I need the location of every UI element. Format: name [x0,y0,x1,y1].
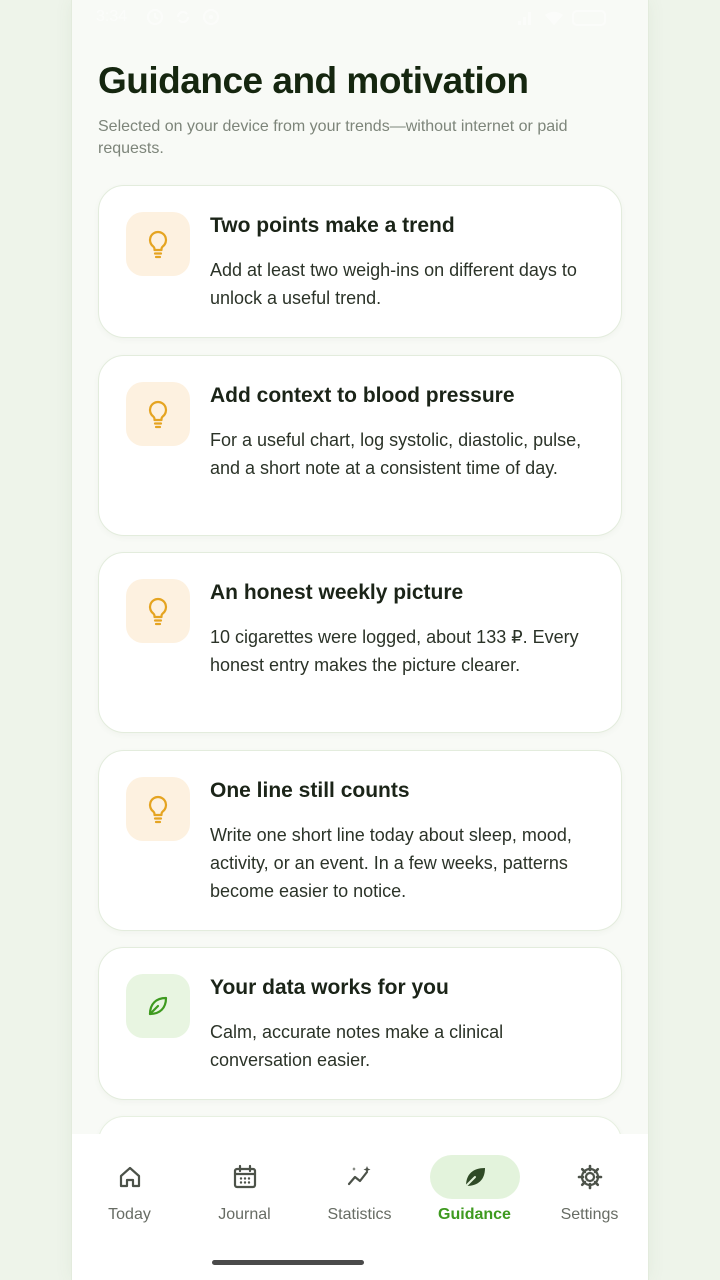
nav-label: Journal [218,1206,271,1223]
guidance-card[interactable]: An honest weekly picture 10 cigarettes w… [98,552,622,733]
status-bar: 3:34 [72,0,648,34]
guidance-card[interactable]: Add context to blood pressure For a usef… [98,355,622,536]
nav-item-journal[interactable]: Journal [187,1154,302,1234]
vpn-icon [202,8,220,26]
lightbulb-icon [148,230,168,259]
lightbulb-icon [148,400,168,429]
card-body: Write one short line today about sleep, … [210,825,572,901]
home-icon [119,1166,141,1188]
nav-item-statistics[interactable]: Statistics [302,1154,417,1234]
signal-icon [516,9,534,27]
card-body: For a useful chart, log systolic, diasto… [210,430,582,478]
lightbulb-icon [148,795,168,824]
card-body: Calm, accurate notes make a clinical con… [210,1022,504,1070]
clock-icon [146,8,164,26]
page-title: Guidance and motivation [98,60,529,101]
nav-label: Guidance [438,1206,511,1223]
home-indicator[interactable] [212,1260,364,1265]
gear-icon [577,1164,603,1190]
leaf-icon [465,1168,485,1187]
nav-label: Settings [560,1206,619,1223]
card-body: 10 cigarettes were logged, about 133 ₽. … [210,627,579,675]
nav-label: Today [108,1206,151,1223]
calendar-icon [233,1164,257,1189]
status-time: 3:34 [96,8,128,25]
nav-item-today[interactable]: Today [72,1154,187,1234]
battery-icon [572,10,606,26]
guidance-card[interactable]: One line still counts Write one short li… [98,750,622,931]
guidance-card[interactable]: Two points make a trend Add at least two… [98,185,622,338]
lightbulb-icon [148,597,168,626]
nav-item-settings[interactable]: Settings [532,1154,647,1234]
card-title: Your data works for you [210,976,449,999]
card-title: An honest weekly picture [210,581,464,604]
bottom-navigation: Today Journal Statistics Guidance Settin… [72,1134,648,1280]
page-subtitle: Selected on your device from your trends… [98,118,568,157]
sync-icon [174,8,192,26]
card-body: Add at least two weigh-ins on different … [210,260,577,308]
app-screen: 3:34 Guidance and motivation Selected on… [72,0,648,1280]
leaf-icon [148,996,168,1016]
nav-item-guidance[interactable]: Guidance [417,1154,532,1234]
trend-sparkle-icon [347,1166,371,1186]
wifi-icon [544,9,563,27]
card-title: One line still counts [210,779,410,802]
guidance-card[interactable]: Your data works for you Calm, accurate n… [98,947,622,1100]
card-title: Add context to blood pressure [210,384,515,407]
card-title: Two points make a trend [210,214,455,237]
nav-label: Statistics [327,1206,392,1223]
